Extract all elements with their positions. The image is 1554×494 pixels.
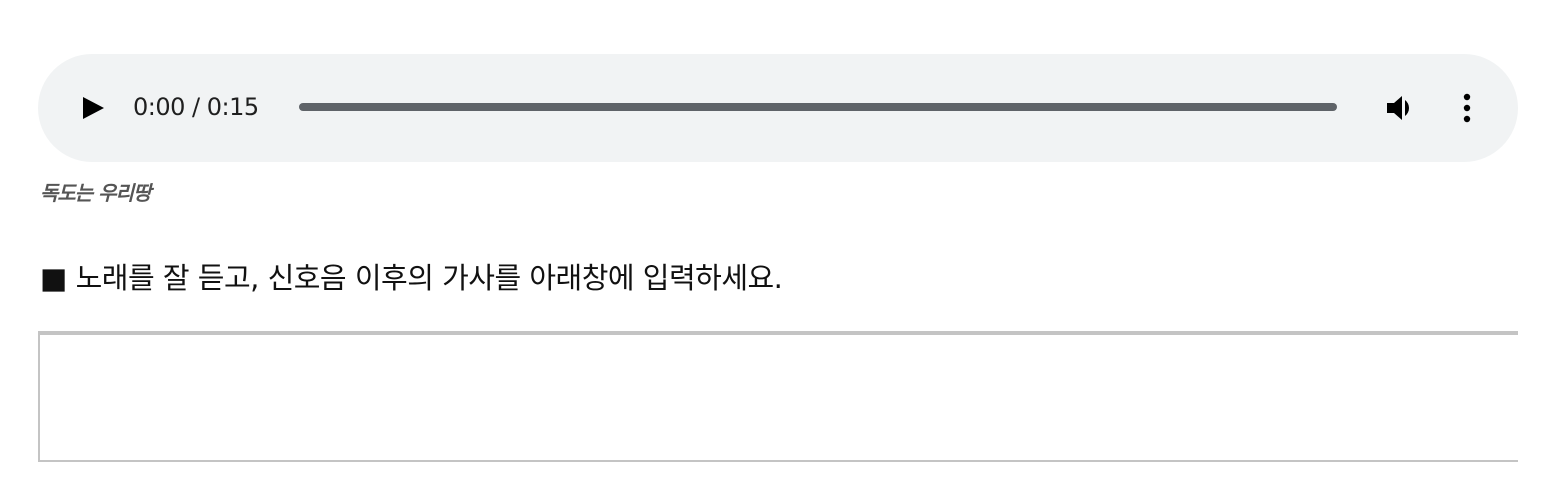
- lyrics-answer-input[interactable]: [38, 331, 1518, 462]
- instruction-text: ■ 노래를 잘 듣고, 신호음 이후의 가사를 아래창에 입력하세요.: [40, 261, 783, 295]
- progress-slider[interactable]: [299, 103, 1337, 111]
- play-icon: [83, 97, 104, 119]
- volume-icon: [1387, 96, 1409, 120]
- audio-caption: 독도는 우리땅: [40, 181, 151, 205]
- more-vertical-icon: [1463, 93, 1471, 123]
- more-options-button[interactable]: [1450, 91, 1484, 125]
- volume-button[interactable]: [1384, 91, 1418, 125]
- play-button[interactable]: [74, 92, 108, 124]
- time-display: 0:00 / 0:15: [133, 93, 259, 121]
